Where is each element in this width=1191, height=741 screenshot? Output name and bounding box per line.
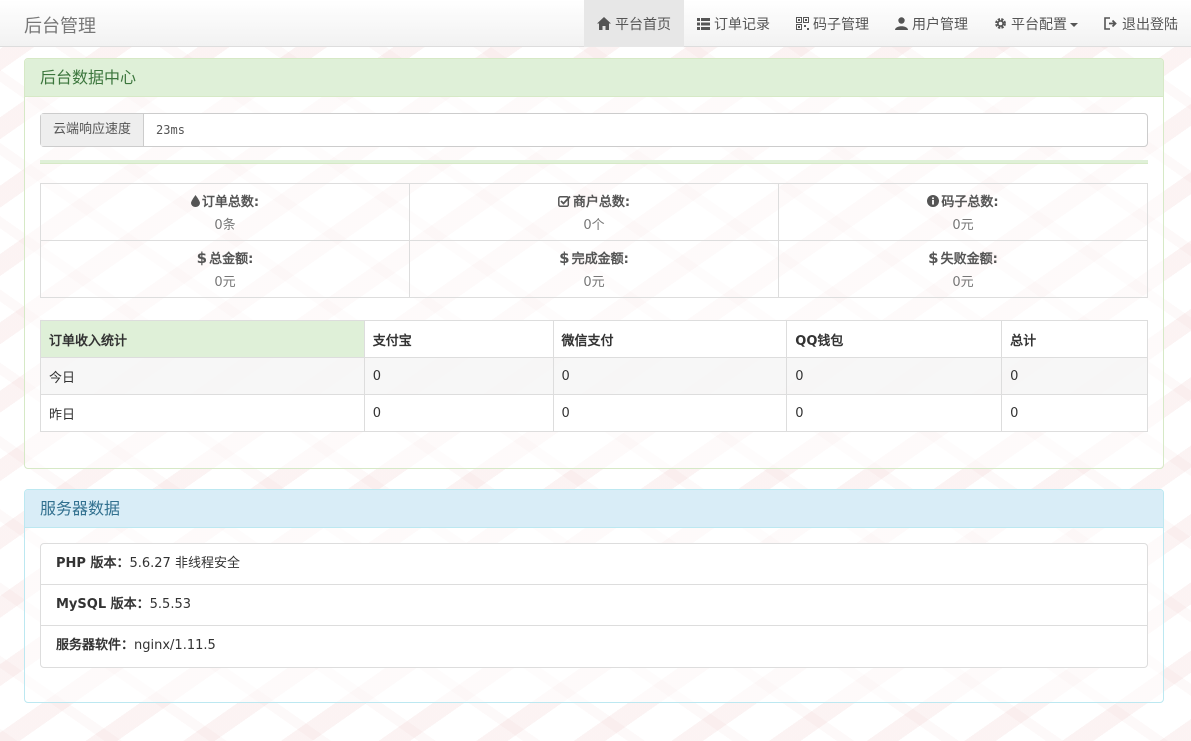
column-header: 微信支付 <box>552 320 788 358</box>
tint-icon <box>190 194 200 207</box>
chevron-down-icon <box>1070 22 1078 27</box>
nav-item-logout[interactable]: 退出登陆 <box>1091 0 1191 47</box>
stat-label: 订单总数: <box>201 195 260 210</box>
stat-label: 商户总数: <box>572 195 631 210</box>
stat-value: 0元 <box>952 275 974 290</box>
brand-title[interactable]: 后台管理 <box>24 12 96 38</box>
response-speed-label: 云端响应速度 <box>41 114 145 146</box>
table-cell: 0 <box>1001 357 1148 395</box>
column-header: QQ钱包 <box>786 320 1003 358</box>
stats-table: 订单总数: 0条 商户总数: 0个 码子总数: 0元 $ 总金额: 0元 $ 完… <box>40 183 1148 298</box>
stat-failed-amount: $ 失败金额: 0元 <box>778 240 1148 298</box>
nav-label: 平台首页 <box>615 16 671 33</box>
nav-label: 退出登陆 <box>1122 16 1178 33</box>
nav-label: 用户管理 <box>912 16 968 33</box>
dollar-icon: $ <box>559 248 570 267</box>
stat-merchant-count: 商户总数: 0个 <box>409 183 779 241</box>
data-center-panel: 后台数据中心 云端响应速度 23ms 订单总数: 0条 商户总数: 0个 码子总… <box>24 58 1164 469</box>
nav-item-orders[interactable]: 订单记录 <box>684 0 783 47</box>
table-cell: 今日 <box>40 357 365 395</box>
server-info-label: PHP 版本： <box>56 556 130 571</box>
table-row: 今日 0 0 0 0 <box>40 357 1148 395</box>
server-info-list: PHP 版本：5.6.27 非线程安全 MySQL 版本：5.5.53 服务器软… <box>40 543 1148 668</box>
nav-item-codes[interactable]: 码子管理 <box>783 0 882 47</box>
stat-value: 0元 <box>583 275 605 290</box>
stat-value: 0条 <box>214 218 236 233</box>
stat-label: 码子总数: <box>941 195 999 210</box>
table-cell: 0 <box>786 394 1003 432</box>
top-navbar: 后台管理 平台首页 订单记录 码子管理 用户管理 平台配置 退出登陆 <box>0 0 1191 47</box>
nav-label: 码子管理 <box>813 16 869 33</box>
stat-label: 总金额: <box>209 252 254 267</box>
column-header: 订单收入统计 <box>40 320 365 358</box>
data-center-title: 后台数据中心 <box>25 59 1163 97</box>
table-cell: 昨日 <box>40 394 365 432</box>
table-header-row: 订单收入统计 支付宝 微信支付 QQ钱包 总计 <box>40 320 1148 358</box>
server-panel: 服务器数据 PHP 版本：5.6.27 非线程安全 MySQL 版本：5.5.5… <box>24 489 1164 703</box>
server-info-label: 服务器软件： <box>56 638 135 653</box>
column-header: 总计 <box>1001 320 1148 358</box>
info-icon <box>927 194 940 207</box>
server-info-label: MySQL 版本： <box>56 597 150 612</box>
nav-item-home[interactable]: 平台首页 <box>584 0 684 47</box>
server-info-value: nginx/1.11.5 <box>134 638 216 653</box>
dollar-icon: $ <box>928 248 939 267</box>
qrcode-icon <box>796 17 809 30</box>
list-item: PHP 版本：5.6.27 非线程安全 <box>41 544 1147 585</box>
stat-label: 失败金额: <box>940 252 998 267</box>
dollar-icon: $ <box>196 248 208 267</box>
table-row: 昨日 0 0 0 0 <box>40 394 1148 432</box>
nav-label: 订单记录 <box>714 16 770 33</box>
stat-value: 0个 <box>583 218 605 233</box>
income-table: 订单收入统计 支付宝 微信支付 QQ钱包 总计 今日 0 0 0 0 昨日 0 … <box>40 320 1148 432</box>
stat-total-amount: $ 总金额: 0元 <box>40 240 410 298</box>
table-cell: 0 <box>1001 394 1148 432</box>
table-cell: 0 <box>363 394 554 432</box>
list-icon <box>697 17 710 30</box>
stat-order-count: 订单总数: 0条 <box>40 183 410 241</box>
gear-icon <box>995 18 1006 29</box>
list-item: 服务器软件：nginx/1.11.5 <box>41 626 1147 667</box>
check-icon <box>557 195 571 207</box>
home-icon <box>597 17 611 30</box>
nav-item-users[interactable]: 用户管理 <box>882 0 981 47</box>
response-speed-field: 云端响应速度 23ms <box>40 113 1148 147</box>
table-cell: 0 <box>363 357 554 395</box>
table-cell: 0 <box>552 357 788 395</box>
stat-completed-amount: $ 完成金额: 0元 <box>409 240 779 298</box>
stat-label: 完成金额: <box>571 252 629 267</box>
progress-divider <box>40 160 1148 164</box>
list-item: MySQL 版本：5.5.53 <box>41 585 1147 626</box>
server-info-value: 5.5.53 <box>149 597 191 612</box>
response-speed-value: 23ms <box>156 123 185 137</box>
nav-item-config-dropdown[interactable]: 平台配置 <box>981 0 1091 47</box>
table-cell: 0 <box>786 357 1003 395</box>
stat-code-count: 码子总数: 0元 <box>778 183 1148 241</box>
column-header: 支付宝 <box>363 320 554 358</box>
user-icon <box>895 17 908 30</box>
server-panel-title: 服务器数据 <box>25 490 1163 528</box>
table-cell: 0 <box>552 394 788 432</box>
main-nav: 平台首页 订单记录 码子管理 用户管理 平台配置 退出登陆 <box>584 0 1191 47</box>
logout-icon <box>1104 17 1117 30</box>
stat-value: 0元 <box>214 275 236 290</box>
stat-value: 0元 <box>952 218 974 233</box>
nav-label: 平台配置 <box>1011 16 1067 33</box>
server-info-value: 5.6.27 非线程安全 <box>129 556 240 571</box>
